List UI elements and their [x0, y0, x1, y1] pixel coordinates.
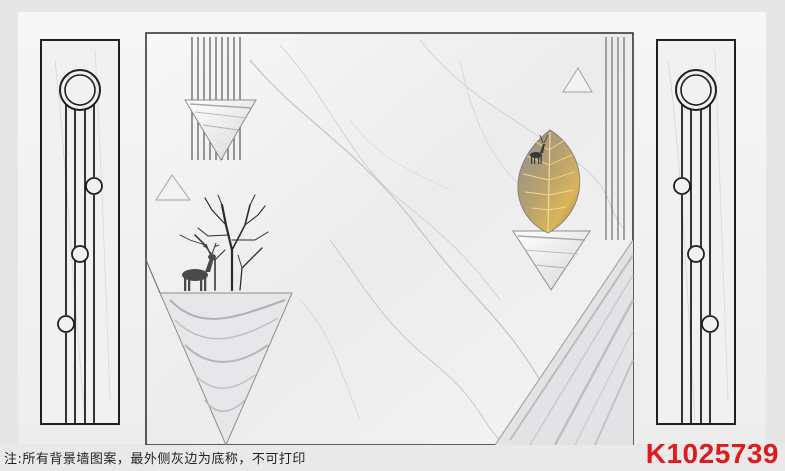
- left-side-panel: [40, 39, 120, 425]
- right-side-panel: [656, 39, 736, 425]
- product-code: K1025739: [645, 438, 779, 469]
- print-note-caption: 注:所有背景墙图案，最外侧灰边为底称，不可打印: [4, 452, 306, 467]
- mural-artwork: [0, 0, 785, 471]
- mural-canvas: [0, 0, 785, 471]
